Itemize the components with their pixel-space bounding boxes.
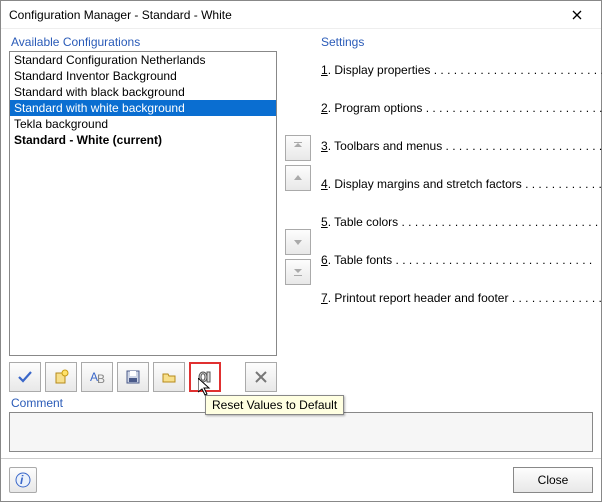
rename-button[interactable]: AB — [81, 362, 113, 392]
setting-label: 7. Printout report header and footer — [321, 291, 602, 305]
reset-defaults-button[interactable] — [189, 362, 221, 392]
setting-label: 4. Display margins and stretch factors — [321, 177, 602, 191]
open-button[interactable] — [153, 362, 185, 392]
setting-row[interactable]: 2. Program options — [319, 89, 602, 127]
move-up-button[interactable] — [285, 165, 311, 191]
setting-row[interactable]: 6. Table fontsA — [319, 241, 602, 279]
config-item[interactable]: Standard Inventor Background — [10, 68, 276, 84]
save-button[interactable] — [117, 362, 149, 392]
window-title: Configuration Manager - Standard - White — [9, 8, 561, 22]
move-bottom-button[interactable] — [285, 259, 311, 285]
setting-row[interactable]: 4. Display margins and stretch factors — [319, 165, 602, 203]
window: Configuration Manager - Standard - White… — [0, 0, 602, 502]
comment-input[interactable] — [9, 412, 593, 452]
right-pane: Settings 1. Display properties 2. Program… — [319, 35, 602, 392]
svg-text:B: B — [97, 372, 105, 385]
move-top-button[interactable] — [285, 135, 311, 161]
move-down-button[interactable] — [285, 229, 311, 255]
config-item[interactable]: Standard - White (current) — [10, 132, 276, 148]
config-item[interactable]: Standard Configuration Netherlands — [10, 52, 276, 68]
setting-label: 3. Toolbars and menus — [321, 139, 602, 153]
setting-row[interactable]: 7. Printout report header and footer — [319, 279, 602, 317]
reorder-column — [285, 35, 311, 392]
config-item[interactable]: Tekla background — [10, 116, 276, 132]
setting-label: 1. Display properties — [321, 63, 602, 77]
setting-label: 5. Table colors — [321, 215, 602, 229]
config-item[interactable]: Standard with black background — [10, 84, 276, 100]
new-config-button[interactable] — [45, 362, 77, 392]
content: Available Configurations Standard Config… — [1, 29, 601, 396]
setting-label: 2. Program options — [321, 101, 602, 115]
setting-row[interactable]: 5. Table colors — [319, 203, 602, 241]
tooltip: Reset Values to Default — [205, 395, 344, 415]
apply-button[interactable] — [9, 362, 41, 392]
setting-row[interactable]: 3. Toolbars and menus — [319, 127, 602, 165]
config-list[interactable]: Standard Configuration NetherlandsStanda… — [9, 51, 277, 356]
left-toolbar: AB — [9, 362, 277, 392]
close-button[interactable]: Close — [513, 467, 593, 493]
help-button[interactable]: i — [9, 467, 37, 493]
delete-button[interactable] — [245, 362, 277, 392]
available-configs-label: Available Configurations — [9, 35, 277, 49]
left-pane: Available Configurations Standard Config… — [9, 35, 277, 392]
titlebar: Configuration Manager - Standard - White — [1, 1, 601, 29]
settings-list: 1. Display properties 2. Program options 3… — [319, 51, 602, 392]
settings-label: Settings — [319, 35, 602, 49]
setting-row[interactable]: 1. Display properties — [319, 51, 602, 89]
setting-label: 6. Table fonts — [321, 253, 602, 267]
bottom-bar: i Close — [1, 458, 601, 501]
config-item[interactable]: Standard with white background — [10, 100, 276, 116]
window-close-button[interactable] — [561, 4, 593, 26]
